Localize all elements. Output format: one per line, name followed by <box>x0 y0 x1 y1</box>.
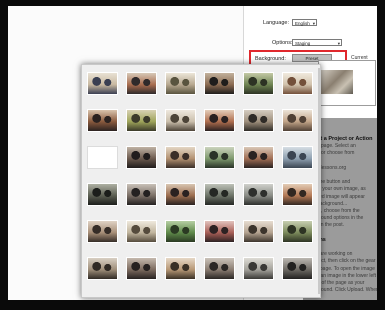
gallery-thumbnail[interactable] <box>204 183 235 206</box>
gallery-thumbnail[interactable] <box>204 257 235 280</box>
gallery-thumbnail[interactable] <box>243 72 274 95</box>
language-value: English <box>295 21 310 26</box>
gallery-thumbnail[interactable] <box>165 72 196 95</box>
gallery-thumbnail[interactable] <box>126 220 157 243</box>
gallery-thumbnail[interactable] <box>165 220 196 243</box>
gallery-scrollbar[interactable] <box>318 68 321 294</box>
options-label: Options: <box>272 40 293 46</box>
gallery-thumbnail[interactable] <box>87 146 118 169</box>
gallery-thumbnail[interactable] <box>126 72 157 95</box>
gallery-thumbnail[interactable] <box>204 72 235 95</box>
screenshot-frame: Language: English ▾ Options: Staging ▾ B… <box>0 0 385 310</box>
language-label: Language: <box>263 20 289 26</box>
chevron-down-icon: ▾ <box>337 41 340 46</box>
background-label: Background: <box>255 56 286 62</box>
gallery-thumbnail[interactable] <box>243 146 274 169</box>
gallery-thumbnail[interactable] <box>165 257 196 280</box>
frame-border-right <box>377 0 385 310</box>
gallery-thumbnail[interactable] <box>282 183 313 206</box>
language-select[interactable]: English ▾ <box>292 19 317 26</box>
gallery-thumbnail[interactable] <box>126 257 157 280</box>
gallery-thumbnail[interactable] <box>282 72 313 95</box>
gallery-thumbnail[interactable] <box>204 109 235 132</box>
gallery-thumbnail[interactable] <box>126 183 157 206</box>
gallery-thumbnail[interactable] <box>87 109 118 132</box>
gallery-thumbnail[interactable] <box>204 220 235 243</box>
current-background-image <box>321 70 353 94</box>
gallery-thumbnail[interactable] <box>87 220 118 243</box>
frame-border-bottom <box>0 300 385 310</box>
frame-border-left <box>0 0 8 310</box>
gallery-thumbnail[interactable] <box>243 220 274 243</box>
gallery-thumbnail[interactable] <box>282 220 313 243</box>
gallery-thumbnail[interactable] <box>243 257 274 280</box>
gallery-thumbnail[interactable] <box>243 109 274 132</box>
gallery-thumbnail[interactable] <box>282 146 313 169</box>
options-value: Staging <box>295 41 311 46</box>
gallery-thumbnail[interactable] <box>243 183 274 206</box>
gallery-thumbnail[interactable] <box>165 183 196 206</box>
gallery-thumbnail[interactable] <box>165 109 196 132</box>
chevron-down-icon: ▾ <box>312 21 315 26</box>
gallery-thumbnail[interactable] <box>126 146 157 169</box>
gallery-thumbnail[interactable] <box>165 146 196 169</box>
gallery-thumbnail[interactable] <box>126 109 157 132</box>
gallery-thumbnail[interactable] <box>87 257 118 280</box>
gallery-thumbnail[interactable] <box>87 183 118 206</box>
gallery-thumbnail[interactable] <box>282 257 313 280</box>
gallery-thumbnail[interactable] <box>282 109 313 132</box>
options-select[interactable]: Staging ▾ <box>292 39 342 46</box>
gallery-thumbnail[interactable] <box>87 72 118 95</box>
gallery-thumbnail[interactable] <box>204 146 235 169</box>
frame-border-top <box>0 0 385 6</box>
